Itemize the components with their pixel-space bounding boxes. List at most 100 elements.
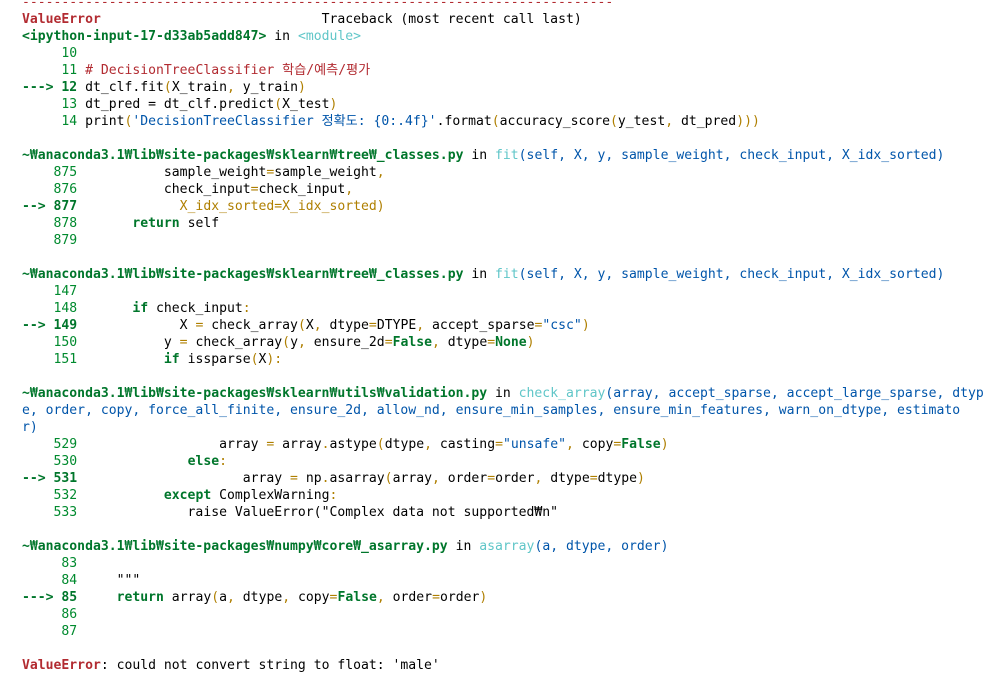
code-token: X [305, 318, 314, 333]
code-token: = [432, 590, 440, 605]
code-token: array [77, 437, 267, 452]
traceback-line: 533 raise ValueError("Complex data not s… [22, 504, 989, 521]
code-token: (self, X, y, sample_weight, check_input,… [518, 267, 945, 282]
traceback-line: ~₩anaconda3.1₩lib₩site-packages₩sklearn₩… [22, 147, 989, 164]
code-token: 529 [22, 437, 78, 452]
code-token: , [424, 437, 440, 452]
code-token: : [242, 301, 251, 316]
code-token: in [487, 386, 519, 401]
code-token: X_train [171, 80, 227, 95]
code-token: in [463, 148, 496, 163]
code-token: , [416, 318, 433, 333]
traceback-line: 150 y = check_array(y, ensure_2d=False, … [22, 334, 989, 351]
code-token: = [384, 335, 393, 350]
code-token: check_array [518, 386, 606, 401]
code-token: (array, accept_sparse, accept_large_spar… [605, 386, 984, 401]
traceback-line: ---> 12 dt_clf.fit(X_train, y_train) [22, 79, 989, 96]
code-token: = [368, 318, 377, 333]
code-token: ~₩anaconda3.1₩lib₩site-packages₩sklearn₩… [22, 148, 464, 163]
code-token: 11 [22, 63, 86, 78]
code-token: 533 [22, 505, 78, 520]
code-token: .format [436, 114, 492, 129]
code-token: 83 [22, 556, 78, 571]
code-token: self [179, 216, 220, 231]
traceback-line: ~₩anaconda3.1₩lib₩site-packages₩numpy₩co… [22, 538, 989, 555]
code-token: : [219, 454, 227, 469]
code-token: : could not convert string to float: 'ma… [100, 658, 440, 673]
code-token: 878 [22, 216, 78, 231]
code-token: 148 [22, 301, 78, 316]
code-token: np [297, 471, 322, 486]
code-token: 875 [22, 165, 78, 180]
code-token: , [345, 182, 354, 197]
code-token: ( [610, 114, 618, 129]
code-token: array [77, 471, 291, 486]
code-token: order [439, 590, 480, 605]
traceback-line: <ipython-input-17-d33ab5add847> in <modu… [22, 28, 989, 45]
code-token: 150 [22, 335, 78, 350]
code-token: ) [660, 437, 669, 452]
code-token: in [463, 267, 496, 282]
code-token: sample_weight [77, 165, 267, 180]
code-token: ValueError [22, 658, 101, 673]
code-token: : [329, 488, 338, 503]
code-token: dtype [597, 471, 638, 486]
code-token: r) [22, 420, 38, 435]
code-token: X [77, 318, 196, 333]
code-token: <ipython-input-17-d33ab5add847> [22, 29, 267, 44]
code-token: , [534, 471, 551, 486]
code-token: ) [581, 318, 590, 333]
code-token: (self, X, y, sample_weight, check_input,… [518, 148, 945, 163]
code-token: 532 [22, 488, 78, 503]
code-token: if [163, 352, 180, 367]
code-token: X_idx_sorted=X_idx_sorted) [77, 199, 385, 214]
traceback-line: e, order, copy, force_all_finite, ensure… [22, 402, 989, 419]
code-token: = [487, 471, 496, 486]
code-token: raise ValueError("Complex data not suppo… [77, 505, 559, 520]
code-token: ValueError [22, 12, 101, 27]
code-token: "unsafe" [502, 437, 567, 452]
traceback-line: 11 # DecisionTreeClassifier 학습/예측/평가 [22, 62, 989, 79]
code-token: y_train [242, 80, 298, 95]
code-token: ( [384, 471, 393, 486]
code-token: , [297, 335, 314, 350]
code-token: ))) [736, 114, 760, 129]
traceback-line: ValueError: could not convert string to … [22, 657, 989, 674]
code-token: ~₩anaconda3.1₩lib₩site-packages₩sklearn₩… [22, 386, 488, 401]
traceback-output: ----------------------------------------… [0, 0, 989, 674]
code-token: dtype [329, 318, 369, 333]
code-token: 530 [22, 454, 78, 469]
traceback-line: 86 [22, 606, 989, 623]
code-token: dt_pred = dt_clf.predict [85, 97, 275, 112]
traceback-line [22, 249, 989, 266]
code-token: 87 [22, 624, 78, 639]
code-token: 13 [22, 97, 86, 112]
code-token: ) [329, 97, 338, 112]
code-token: order [447, 471, 488, 486]
traceback-line: ValueError Traceback (most recent call l… [22, 11, 989, 28]
code-token: , [431, 471, 448, 486]
traceback-line: 875 sample_weight=sample_weight, [22, 164, 989, 181]
traceback-line: 87 [22, 623, 989, 640]
code-token: ) [526, 335, 535, 350]
code-token: sample_weight [274, 165, 377, 180]
code-token: accuracy_score [499, 114, 611, 129]
code-token: asarray [479, 539, 535, 554]
code-token: ( [274, 97, 283, 112]
code-token: ---> 12 [22, 80, 86, 95]
traceback-line: --> 149 X = check_array(X, dtype=DTYPE, … [22, 317, 989, 334]
code-token: check_array [203, 318, 298, 333]
traceback-line: 13 dt_pred = dt_clf.predict(X_test) [22, 96, 989, 113]
code-token: ~₩anaconda3.1₩lib₩site-packages₩sklearn₩… [22, 267, 464, 282]
code-token: a [219, 590, 228, 605]
code-token: ( [211, 590, 220, 605]
code-token: Traceback (most recent call last) [100, 12, 582, 27]
code-token: = [495, 437, 503, 452]
code-token: accept_sparse [432, 318, 535, 333]
code-token: in [266, 29, 298, 44]
code-token: ----------------------------------------… [22, 0, 614, 10]
code-token: dt_clf.fit [85, 80, 164, 95]
traceback-line: 83 [22, 555, 989, 572]
